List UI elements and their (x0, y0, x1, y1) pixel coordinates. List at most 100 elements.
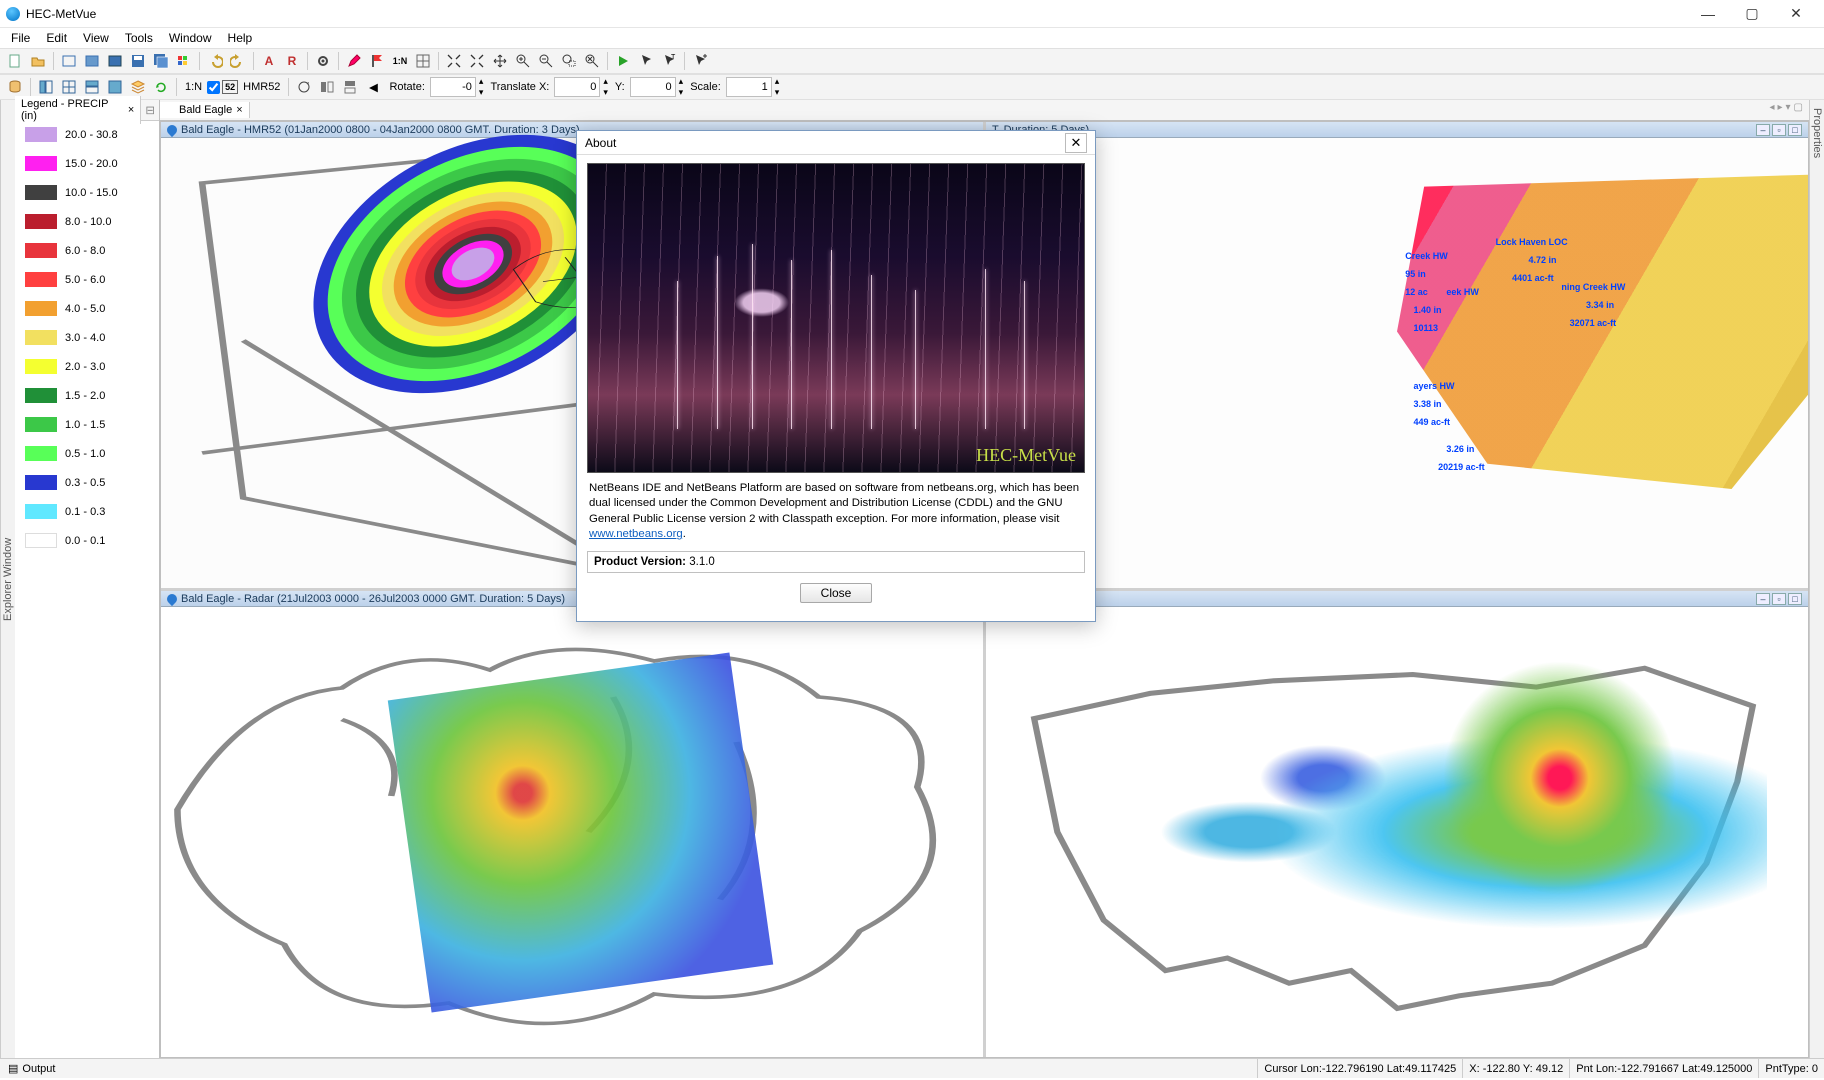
grid-plus-icon[interactable] (412, 50, 434, 72)
expand-icon[interactable] (443, 50, 465, 72)
flag-icon[interactable] (366, 50, 388, 72)
pane-restore-icon[interactable]: ▫ (1772, 124, 1786, 136)
stepper-icon[interactable]: ▴▾ (477, 76, 486, 98)
maximize-button[interactable]: ▢ (1730, 0, 1774, 28)
scale-input[interactable] (726, 77, 772, 97)
pane-minimize-icon[interactable]: – (1756, 124, 1770, 136)
new-icon[interactable] (4, 50, 26, 72)
pin-icon[interactable]: ⊟ (141, 103, 159, 117)
pane-region-title: T. Duration: 5 Days) – ▫ □ (986, 122, 1808, 138)
about-close-button[interactable]: ✕ (1065, 133, 1087, 153)
translate-x-input[interactable] (554, 77, 600, 97)
region-fill (1397, 174, 1808, 489)
zoom-in-icon[interactable] (512, 50, 534, 72)
zoom-rect-icon[interactable] (558, 50, 580, 72)
label-creek-4: eek HW (1446, 287, 1479, 297)
1n-icon[interactable]: 1:N (389, 50, 411, 72)
close-icon[interactable]: × (236, 104, 242, 116)
stepper-icon[interactable]: ▴▾ (773, 76, 782, 98)
close-icon[interactable]: × (128, 104, 134, 116)
menu-help[interactable]: Help (221, 29, 260, 47)
pointer-t-icon[interactable]: T (658, 50, 680, 72)
hmr52-toggle[interactable]: 52 (207, 80, 238, 94)
db-icon[interactable] (4, 76, 26, 98)
gear-icon[interactable] (312, 50, 334, 72)
legend-swatch (25, 359, 57, 374)
pane-maximize-icon[interactable]: □ (1788, 593, 1802, 605)
layout-4-icon[interactable] (104, 76, 126, 98)
legend-swatch (25, 127, 57, 142)
step-prev-icon[interactable]: ◀ (362, 76, 384, 98)
layers-icon[interactable] (127, 76, 149, 98)
pane-restore-icon[interactable]: ▫ (1772, 593, 1786, 605)
legend-row: 1.0 - 1.5 (19, 417, 155, 432)
collapse-icon[interactable] (466, 50, 488, 72)
r-icon[interactable]: R (281, 50, 303, 72)
pane-radar-map[interactable] (161, 607, 983, 1057)
grid1-icon[interactable] (58, 50, 80, 72)
about-title-bar[interactable]: About ✕ (577, 131, 1095, 155)
move-icon[interactable] (489, 50, 511, 72)
layout-3-icon[interactable] (81, 76, 103, 98)
window-title: HEC-MetVue (26, 7, 96, 21)
pane-usa-map[interactable] (986, 607, 1808, 1057)
about-close-ok-button[interactable]: Close (800, 583, 873, 603)
menu-edit[interactable]: Edit (39, 29, 74, 47)
rotate-input[interactable] (430, 77, 476, 97)
save-icon[interactable] (127, 50, 149, 72)
close-button[interactable]: ✕ (1774, 0, 1818, 28)
play-icon[interactable] (612, 50, 634, 72)
netbeans-link[interactable]: www.netbeans.org (589, 528, 683, 540)
pane-minimize-icon[interactable]: – (1756, 593, 1770, 605)
menu-window[interactable]: Window (162, 29, 219, 47)
pencil-icon[interactable] (343, 50, 365, 72)
undo-icon[interactable] (204, 50, 226, 72)
pointer-plus-icon[interactable] (689, 50, 711, 72)
main-area: Explorer Window Legend - PRECIP (in) × ⊟… (0, 100, 1824, 1058)
palette-icon[interactable] (173, 50, 195, 72)
legend-tab[interactable]: Legend - PRECIP (in) × (15, 96, 141, 124)
next-tab-icon[interactable]: ▸ (1777, 102, 1782, 113)
stepper-icon[interactable]: ▴▾ (677, 76, 686, 98)
flip-v-icon[interactable] (339, 76, 361, 98)
legend-row: 10.0 - 15.0 (19, 185, 155, 200)
tab-menu-icon[interactable]: ▾ (1786, 102, 1791, 113)
legend-swatch (25, 243, 57, 258)
prev-tab-icon[interactable]: ◂ (1769, 102, 1774, 113)
svg-text:T: T (671, 54, 676, 61)
minimize-button[interactable]: — (1686, 0, 1730, 28)
open-icon[interactable] (27, 50, 49, 72)
ratio-label: 1:N (181, 81, 206, 93)
zoom-out-icon[interactable] (535, 50, 557, 72)
menu-file[interactable]: File (4, 29, 37, 47)
maximize-pane-icon[interactable]: ▢ (1794, 102, 1803, 113)
refresh-icon[interactable] (150, 76, 172, 98)
stepper-icon[interactable]: ▴▾ (601, 76, 610, 98)
properties-tab[interactable]: Properties (1809, 100, 1824, 1058)
reset-rotate-icon[interactable] (293, 76, 315, 98)
menu-tools[interactable]: Tools (118, 29, 160, 47)
zoom-fit-icon[interactable] (581, 50, 603, 72)
about-splash-image: HEC-MetVue (587, 163, 1085, 473)
layout-1-icon[interactable] (35, 76, 57, 98)
grid3-icon[interactable] (104, 50, 126, 72)
pointer-icon[interactable] (635, 50, 657, 72)
hmr52-checkbox[interactable] (207, 81, 220, 94)
flip-h-icon[interactable] (316, 76, 338, 98)
redo-icon[interactable] (227, 50, 249, 72)
pane-radar-title-text: Bald Eagle - Radar (21Jul2003 0000 - 26J… (181, 593, 565, 605)
legend-row: 0.0 - 0.1 (19, 533, 155, 548)
save-all-icon[interactable] (150, 50, 172, 72)
pane-region-map[interactable]: Lock Haven LOC 4.72 in 4401 ac-ft Creek … (986, 138, 1808, 588)
a-icon[interactable]: A (258, 50, 280, 72)
layout-2-icon[interactable] (58, 76, 80, 98)
grid2-icon[interactable] (81, 50, 103, 72)
translate-x-label: Translate X: (486, 81, 553, 93)
bald-eagle-tab[interactable]: Bald Eagle × (160, 102, 250, 118)
translate-y-input[interactable] (630, 77, 676, 97)
output-icon: ▤ (8, 1062, 18, 1075)
pane-maximize-icon[interactable]: □ (1788, 124, 1802, 136)
output-tab[interactable]: ▤ Output (0, 1062, 63, 1075)
menu-view[interactable]: View (76, 29, 116, 47)
explorer-tab[interactable]: Explorer Window (0, 100, 15, 1058)
